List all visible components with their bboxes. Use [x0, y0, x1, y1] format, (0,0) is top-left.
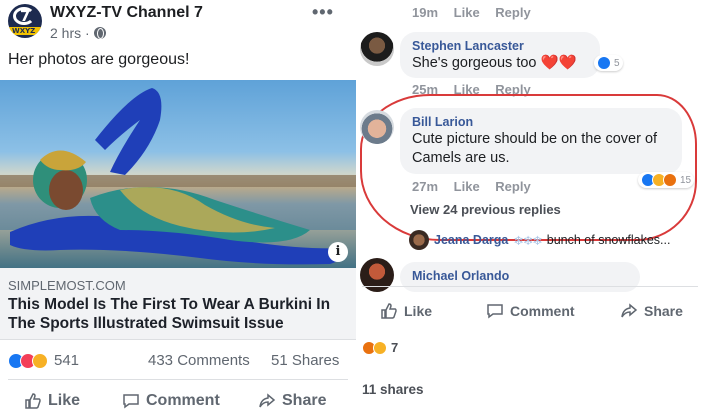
shares-count[interactable]: 11 shares — [362, 382, 424, 397]
reply-text: bunch of snowflakes... — [546, 233, 671, 247]
comment-reactions[interactable]: 5 — [594, 55, 623, 71]
comment-meta-top: 19m Like Reply — [412, 5, 543, 20]
thumbs-up-icon — [25, 393, 41, 409]
reaction-count: 7 — [391, 340, 399, 355]
avatar[interactable] — [409, 230, 429, 250]
view-previous-replies[interactable]: View 24 previous replies — [410, 202, 561, 217]
reaction-count: 541 — [54, 352, 80, 369]
reaction-count: 5 — [614, 57, 620, 69]
comment-bubble: Stephen Lancaster She's gorgeous too ❤️❤… — [400, 32, 600, 78]
comment-label: Comment — [146, 392, 220, 409]
comment-like-link[interactable]: Like — [454, 179, 480, 194]
wow-reaction-icon — [373, 340, 387, 355]
reply-author[interactable]: Jeana Darga — [434, 233, 508, 247]
share-icon — [621, 303, 638, 318]
comment-reply-link[interactable]: Reply — [495, 179, 530, 194]
comment-reply-link[interactable]: Reply — [495, 5, 530, 20]
share-label: Share — [644, 303, 683, 319]
post-caption: Her photos are gorgeous! — [8, 51, 190, 68]
post-actions: Like Comment Share — [0, 384, 356, 414]
divider — [8, 379, 348, 380]
left-post-panel: 7 WXYZ WXYZ-TV Channel 7 2 hrs · ••• Her… — [0, 0, 356, 414]
comment-text: Cute picture should be on the cover of C… — [412, 131, 658, 166]
like-label: Like — [404, 303, 433, 319]
comment-button[interactable]: Comment — [122, 392, 220, 410]
divider — [362, 286, 698, 287]
like-label: Like — [48, 392, 81, 409]
avatar[interactable] — [360, 32, 394, 66]
post-timestamp[interactable]: 2 hrs · — [50, 25, 106, 41]
commenter-name[interactable]: Bill Larion — [412, 114, 670, 130]
share-button[interactable]: Share — [258, 392, 326, 410]
like-button[interactable]: Like — [380, 302, 432, 320]
reaction-summary[interactable]: 7 — [362, 340, 398, 355]
model-illustration — [10, 88, 346, 265]
reply-preview[interactable]: Jeana Darga ❄❄❄ bunch of snowflakes... — [409, 230, 670, 250]
comment-time: 27m — [412, 179, 439, 194]
comment-text: She's gorgeous too ❤️❤️ — [412, 55, 577, 71]
thumbs-up-icon — [381, 303, 397, 319]
link-preview-image[interactable]: i — [0, 80, 356, 268]
comment-bubble: Michael Orlando — [400, 262, 640, 292]
shares-count[interactable]: 51 Shares — [271, 352, 339, 369]
more-icon[interactable]: ••• — [312, 2, 334, 23]
comment-time: 19m — [412, 5, 439, 20]
link-preview[interactable]: SIMPLEMOST.COM This Model Is The First T… — [0, 268, 356, 340]
reaction-count: 15 — [680, 174, 692, 186]
comment-like-link[interactable]: Like — [454, 5, 480, 20]
snowflake-icons: ❄❄❄ — [513, 233, 542, 248]
commenter-name[interactable]: Michael Orlando — [412, 268, 628, 284]
comment-reactions[interactable]: 15 — [638, 172, 695, 188]
globe-icon — [93, 27, 106, 39]
commenter-name[interactable]: Stephen Lancaster — [412, 38, 588, 54]
info-icon[interactable]: i — [328, 242, 348, 262]
haha-reaction-icon — [32, 352, 48, 369]
share-button[interactable]: Share — [620, 302, 683, 320]
reaction-summary[interactable]: 541 — [8, 352, 79, 369]
logo-word: WXYZ — [12, 27, 36, 35]
comment-icon — [487, 304, 503, 319]
share-icon — [259, 393, 276, 408]
comment-label: Comment — [510, 303, 575, 319]
right-comment-thread: 19m Like Reply Stephen Lancaster She's g… — [356, 0, 705, 414]
post-time: 2 hrs · — [50, 25, 90, 41]
comment-icon — [123, 394, 139, 409]
angry-reaction-icon — [663, 173, 677, 187]
avatar[interactable] — [360, 110, 394, 144]
like-reaction-icon — [597, 56, 611, 70]
comment-button[interactable]: Comment — [486, 302, 575, 320]
page-name-link[interactable]: WXYZ-TV Channel 7 — [50, 4, 203, 22]
share-label: Share — [282, 392, 327, 409]
comment-bubble: Bill Larion Cute picture should be on th… — [400, 108, 682, 174]
like-button[interactable]: Like — [24, 392, 80, 410]
comment-meta: 27m Like Reply — [412, 179, 543, 194]
link-domain: SIMPLEMOST.COM — [8, 278, 126, 293]
page-logo[interactable]: 7 WXYZ — [8, 4, 42, 38]
comments-count[interactable]: 433 Comments — [148, 352, 250, 369]
logo-number: 7 — [20, 7, 31, 25]
link-title[interactable]: This Model Is The First To Wear A Burkin… — [8, 295, 348, 333]
